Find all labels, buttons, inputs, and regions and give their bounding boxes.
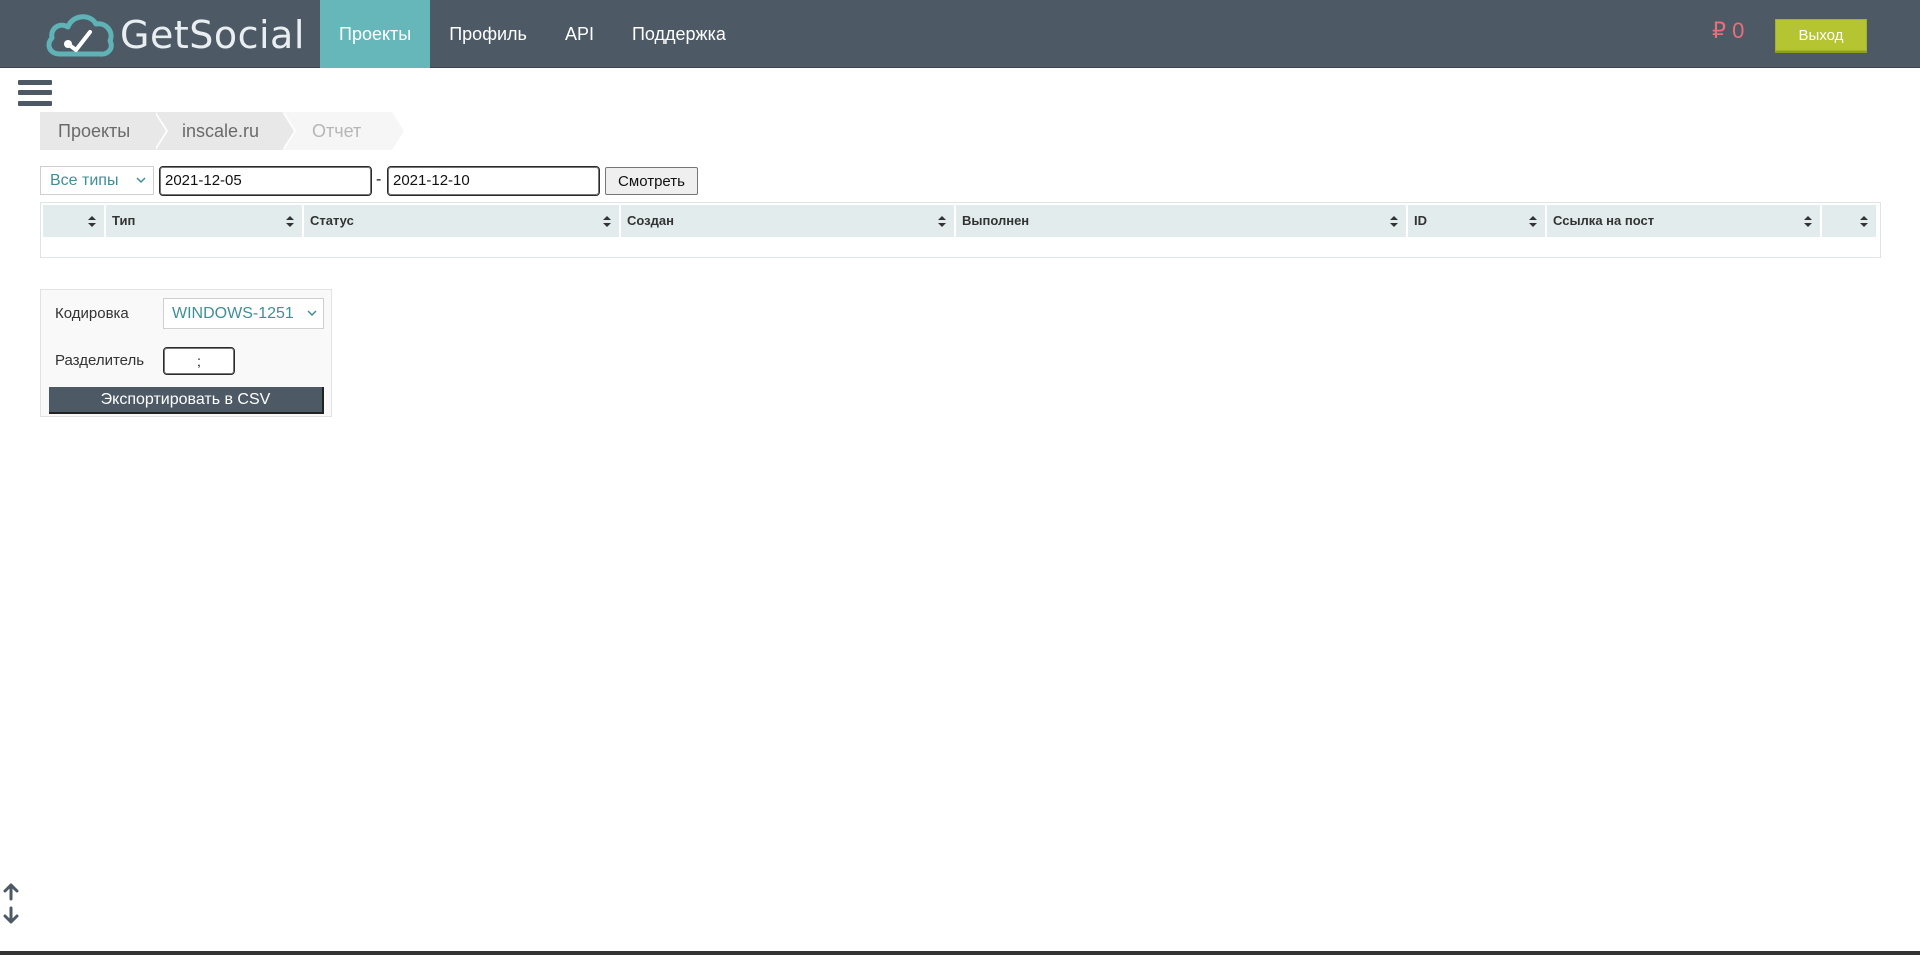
column-header-post-link[interactable]: Ссылка на пост xyxy=(1547,205,1820,237)
chevron-down-icon xyxy=(136,177,146,184)
nav-item-profile[interactable]: Профиль xyxy=(430,0,546,68)
column-header-id[interactable]: ID xyxy=(1408,205,1545,237)
nav-item-projects[interactable]: Проекты xyxy=(320,0,431,68)
date-to-input[interactable]: 2021-12-10 xyxy=(387,166,600,196)
breadcrumb-project-inscale[interactable]: inscale.ru xyxy=(154,112,296,150)
logo[interactable]: GetSocial xyxy=(44,10,305,60)
view-button[interactable]: Смотреть xyxy=(605,167,698,195)
nav-item-api[interactable]: API xyxy=(546,0,613,68)
nav-item-support[interactable]: Поддержка xyxy=(613,0,745,68)
sort-icon xyxy=(1390,216,1398,227)
chevron-down-icon xyxy=(307,310,317,317)
breadcrumb-report: Отчет xyxy=(282,112,406,150)
report-table: Тип Статус Создан Выполнен ID Ссылка на … xyxy=(40,202,1881,258)
separator-input[interactable]: ; xyxy=(163,347,235,375)
sort-icon xyxy=(1529,216,1537,227)
table-header: Тип Статус Создан Выполнен ID Ссылка на … xyxy=(43,205,1878,237)
arrow-up-icon[interactable] xyxy=(2,883,20,901)
sort-icon xyxy=(1804,216,1812,227)
export-panel: Кодировка WINDOWS-1251 Разделитель ; Экс… xyxy=(40,289,332,417)
sort-icon xyxy=(603,216,611,227)
column-header-completed[interactable]: Выполнен xyxy=(956,205,1406,237)
column-header-type[interactable]: Тип xyxy=(106,205,302,237)
encoding-select-value: WINDOWS-1251 xyxy=(172,305,294,322)
separator-label: Разделитель xyxy=(55,352,145,369)
cloud-check-icon xyxy=(46,14,114,57)
balance-display: ₽ 0 xyxy=(1712,18,1745,43)
export-csv-button[interactable]: Экспортировать в CSV xyxy=(49,387,324,414)
logout-button[interactable]: Выход xyxy=(1775,19,1867,51)
encoding-label: Кодировка xyxy=(55,305,129,322)
hamburger-menu-icon[interactable] xyxy=(18,80,52,106)
top-navbar: GetSocial Проекты Профиль API Поддержка … xyxy=(0,0,1920,68)
main-nav: Проекты Профиль API Поддержка xyxy=(320,0,745,68)
sort-icon xyxy=(286,216,294,227)
type-select-value: Все типы xyxy=(50,172,119,189)
breadcrumb: Проекты inscale.ru Отчет xyxy=(40,112,406,150)
type-select[interactable]: Все типы xyxy=(40,166,154,195)
column-header-actions[interactable] xyxy=(1822,205,1876,237)
arrow-down-icon[interactable] xyxy=(2,906,20,924)
sort-icon xyxy=(1860,216,1868,227)
sort-icon xyxy=(88,216,96,227)
table-body-empty xyxy=(43,239,1878,255)
sort-icon xyxy=(938,216,946,227)
date-from-input[interactable]: 2021-12-05 xyxy=(159,166,372,196)
breadcrumb-projects[interactable]: Проекты xyxy=(40,112,168,150)
encoding-select[interactable]: WINDOWS-1251 xyxy=(163,298,324,329)
column-header-select[interactable] xyxy=(43,205,104,237)
bottom-border xyxy=(0,951,1920,955)
date-separator: - xyxy=(376,171,382,188)
column-header-created[interactable]: Создан xyxy=(621,205,954,237)
brand-name: GetSocial xyxy=(120,13,305,57)
column-header-status[interactable]: Статус xyxy=(304,205,619,237)
